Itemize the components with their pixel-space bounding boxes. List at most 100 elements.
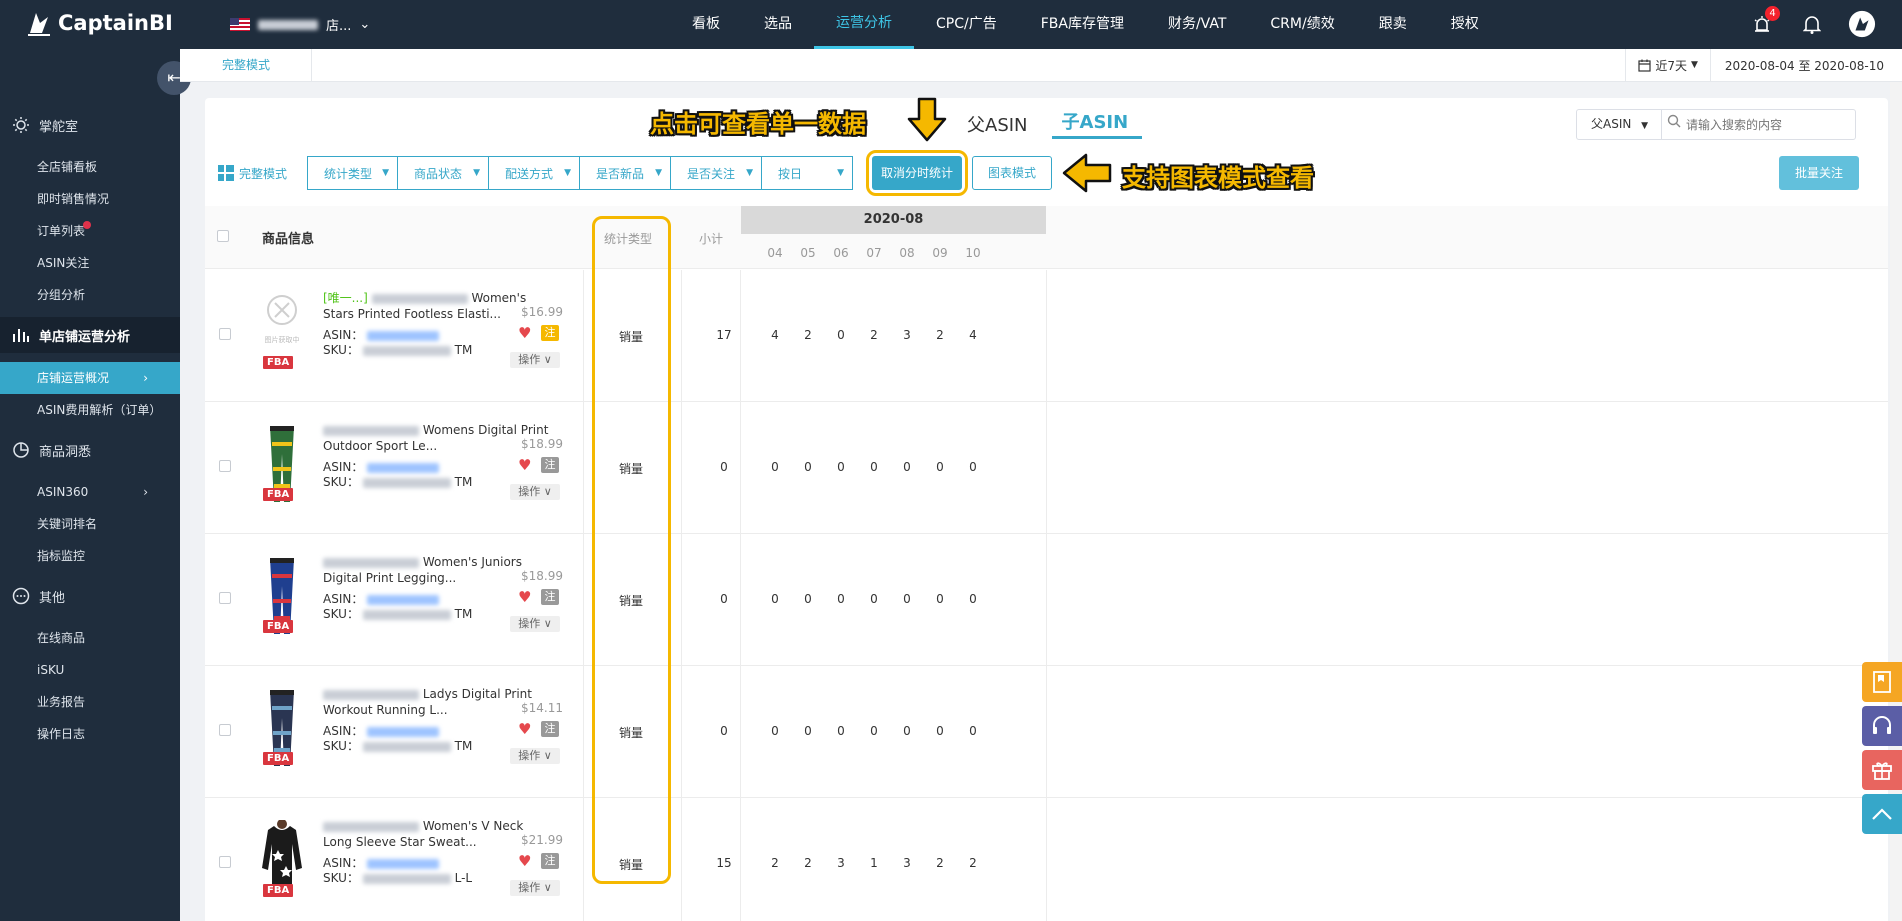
asin-value-redacted[interactable] <box>367 594 440 605</box>
nav-item-1[interactable]: 选品 <box>742 0 814 49</box>
product-title[interactable]: Women's V Neck Long Sleeve Star Sweat... <box>323 818 553 850</box>
product-title[interactable]: Women's Juniors Digital Print Legging... <box>323 554 553 586</box>
asin-value-redacted[interactable] <box>367 858 440 869</box>
product-price: $18.99 <box>521 569 563 583</box>
bookmark-icon[interactable] <box>1862 662 1902 702</box>
day-value-cell: 0 <box>771 724 779 738</box>
arrow-down-icon <box>907 97 947 142</box>
filter-dropdown-5[interactable]: 按日 ▼ <box>762 156 854 190</box>
asin-line: ASIN： <box>323 326 440 343</box>
asin-value-redacted[interactable] <box>367 462 440 473</box>
asin-value-redacted[interactable] <box>367 726 440 737</box>
product-title[interactable]: Ladys Digital Print Workout Running L... <box>323 686 553 718</box>
tab-child-asin[interactable]: 子ASIN <box>1051 108 1143 139</box>
nav-item-0[interactable]: 看板 <box>670 0 742 49</box>
full-mode-toggle[interactable]: 完整模式 <box>218 165 287 182</box>
nav-item-4[interactable]: FBA库存管理 <box>1019 0 1146 49</box>
period-select[interactable]: 近7天 ▼ <box>1625 49 1711 81</box>
gift-icon[interactable] <box>1862 750 1902 790</box>
heart-icon[interactable]: ♥ <box>518 720 531 738</box>
date-range-text[interactable]: 2020-08-04 至 2020-08-10 <box>1711 57 1884 74</box>
sidebar-item-keyword-rank[interactable]: 关键词排名 <box>0 508 180 540</box>
nav-item-7[interactable]: 跟卖 <box>1357 0 1429 49</box>
sidebar-group-insight[interactable]: 商品洞悉 <box>0 432 180 468</box>
sidebar-item-metric-monitor[interactable]: 指标监控 <box>0 540 180 572</box>
logo[interactable]: CaptainBI <box>26 9 173 37</box>
nav-item-2[interactable]: 运营分析 <box>814 0 914 49</box>
row-checkbox[interactable] <box>219 592 231 604</box>
tab-parent-asin[interactable]: 父ASIN <box>967 111 1038 139</box>
sidebar-item-asin360[interactable]: ASIN360 › <box>0 476 180 508</box>
select-all-checkbox[interactable] <box>217 230 229 242</box>
sidebar-item-all-stores[interactable]: 全店铺看板 <box>0 151 180 183</box>
headset-icon[interactable] <box>1862 706 1902 746</box>
sidebar-item-asin-follow[interactable]: ASIN关注 <box>0 247 180 279</box>
filter-dropdown-3[interactable]: 是否新品 ▼ <box>580 156 672 190</box>
filter-dropdown-0[interactable]: 统计类型 ▼ <box>307 156 399 190</box>
bell-icon[interactable] <box>1798 10 1826 38</box>
note-badge[interactable]: 注 <box>541 721 559 737</box>
sidebar-item-isku[interactable]: iSKU <box>0 654 180 686</box>
note-badge[interactable]: 注 <box>541 457 559 473</box>
heart-icon[interactable]: ♥ <box>518 456 531 474</box>
filter-dropdown-1[interactable]: 商品状态 ▼ <box>398 156 490 190</box>
sku-label: SKU： <box>323 607 359 621</box>
store-selector[interactable]: 店... ⌄ <box>230 15 370 34</box>
app-root: CaptainBI 店... ⌄ 看板 选品 运营分析 CPC/广告 FBA库存管理 财务… <box>0 0 1902 921</box>
row-checkbox[interactable] <box>219 724 231 736</box>
filter-label: 按日 <box>778 166 803 181</box>
nav-item-3[interactable]: CPC/广告 <box>914 0 1019 49</box>
avatar-icon[interactable] <box>1848 10 1876 38</box>
sidebar-item-orders[interactable]: 订单列表 <box>0 215 180 247</box>
operation-dropdown[interactable]: 操作 ∨ <box>510 880 560 896</box>
row-checkbox[interactable] <box>219 328 231 340</box>
nav-item-8[interactable]: 授权 <box>1429 0 1501 49</box>
sidebar-item-operation-log[interactable]: 操作日志 <box>0 718 180 750</box>
sidebar-item-business-report[interactable]: 业务报告 <box>0 686 180 718</box>
note-badge[interactable]: 注 <box>541 853 559 869</box>
sidebar-group-other[interactable]: 其他 <box>0 578 180 614</box>
sidebar-item-asin-fee[interactable]: ASIN费用解析（订单） <box>0 394 180 426</box>
nav-item-6[interactable]: CRM/绩效 <box>1248 0 1356 49</box>
day-value-cell: 1 <box>870 856 878 870</box>
sidebar-group-label: 商品洞悉 <box>39 444 92 460</box>
operation-dropdown[interactable]: 操作 ∨ <box>510 616 560 632</box>
column-divider <box>583 798 584 921</box>
note-badge[interactable]: 注 <box>541 325 559 341</box>
mode-tab[interactable]: 完整模式 <box>180 49 312 81</box>
cancel-time-stats-button[interactable]: 取消分时统计 <box>872 156 962 190</box>
column-divider <box>583 402 584 533</box>
column-divider <box>681 270 682 401</box>
nav-item-5[interactable]: 财务/VAT <box>1146 0 1248 49</box>
heart-icon[interactable]: ♥ <box>518 852 531 870</box>
heart-icon[interactable]: ♥ <box>518 588 531 606</box>
day-value-cell: 2 <box>804 856 812 870</box>
sidebar-item-group-analysis[interactable]: 分组分析 <box>0 279 180 311</box>
search-scope-select[interactable]: 父ASIN ▼ <box>1577 110 1662 139</box>
sidebar-item-realtime-sales[interactable]: 即时销售情况 <box>0 183 180 215</box>
sku-tail: TM <box>454 343 473 357</box>
operation-dropdown[interactable]: 操作 ∨ <box>510 352 560 368</box>
operation-dropdown[interactable]: 操作 ∨ <box>510 484 560 500</box>
sidebar-item-online-products[interactable]: 在线商品 <box>0 622 180 654</box>
batch-follow-button[interactable]: 批量关注 <box>1779 156 1859 190</box>
table-row: FBA Ladys Digital Print Workout Running … <box>205 666 1888 798</box>
sidebar-group-helm[interactable]: 掌舵室 <box>0 107 180 143</box>
alarm-icon[interactable]: 4 <box>1748 6 1780 38</box>
operation-dropdown[interactable]: 操作 ∨ <box>510 748 560 764</box>
filter-dropdown-2[interactable]: 配送方式 ▼ <box>489 156 581 190</box>
filter-dropdown-4[interactable]: 是否关注 ▼ <box>671 156 763 190</box>
product-title[interactable]: [唯一...] Women's Stars Printed Footless E… <box>323 290 553 322</box>
chart-mode-button[interactable]: 图表模式 <box>972 156 1052 190</box>
search-input[interactable] <box>1686 110 1855 139</box>
back-to-top-icon[interactable] <box>1862 794 1902 834</box>
asin-value-redacted[interactable] <box>367 330 440 341</box>
sidebar-group-single-store[interactable]: 单店铺运营分析 <box>0 317 180 353</box>
heart-icon[interactable]: ♥ <box>518 324 531 342</box>
row-checkbox[interactable] <box>219 856 231 868</box>
note-badge[interactable]: 注 <box>541 589 559 605</box>
sidebar-item-store-overview[interactable]: 店铺运营概况 › <box>0 362 180 394</box>
row-checkbox[interactable] <box>219 460 231 472</box>
caret-down-icon: ▼ <box>564 168 572 178</box>
product-title[interactable]: Womens Digital Print Outdoor Sport Le... <box>323 422 553 454</box>
